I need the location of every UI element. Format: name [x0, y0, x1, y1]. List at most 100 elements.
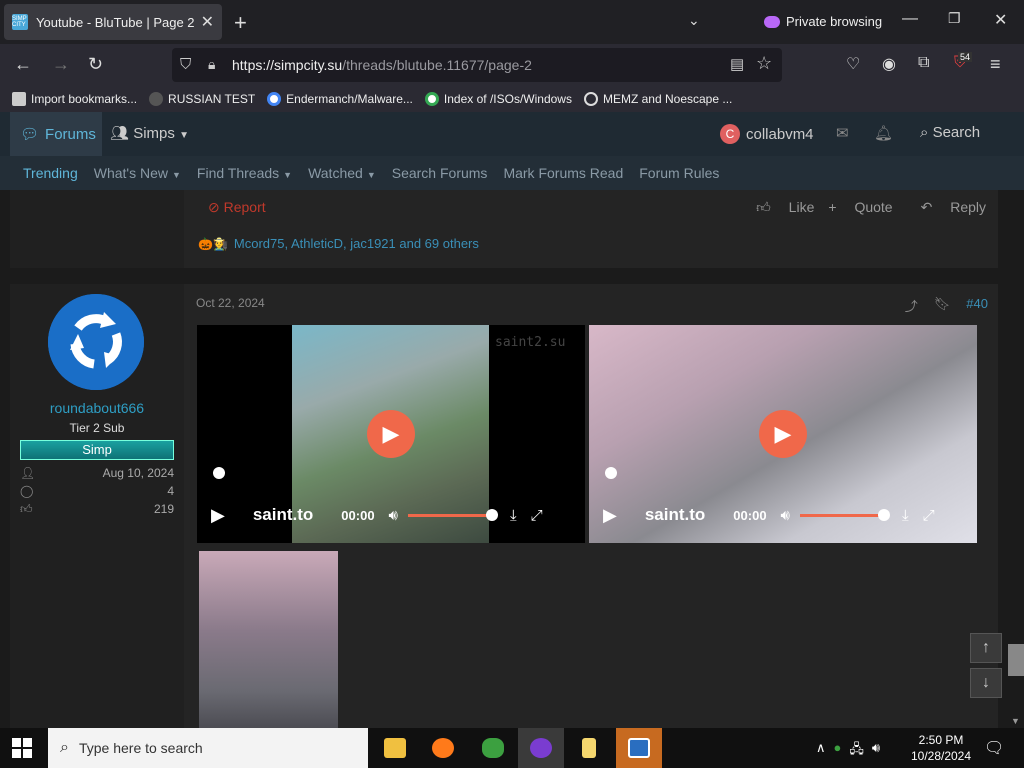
avatar[interactable] — [48, 294, 144, 390]
like-button[interactable]: 👍︎ Like — [742, 199, 814, 216]
share-icon[interactable]: ⤴ — [905, 296, 918, 315]
taskbar-clock[interactable]: 2:50 PM 10/28/2024 — [904, 732, 978, 764]
close-window-icon[interactable]: ✕ — [994, 10, 1007, 30]
scroll-down-arrow-icon[interactable]: ▼ — [1011, 716, 1020, 726]
nav-find-threads[interactable]: Find Threads ▼ — [197, 165, 292, 181]
video-brand[interactable]: saint.to — [645, 505, 705, 525]
nav-watched[interactable]: Watched ▼ — [308, 165, 376, 181]
nav-search-forums[interactable]: Search Forums — [392, 165, 488, 181]
bookmark-endermanch[interactable]: Endermanch/Malware... — [267, 92, 413, 106]
previous-post-footer: ⊘ Report 👍︎ Like + Quote ↶ Reply 🎃🧑‍🌾 Mc… — [10, 190, 998, 268]
volume-icon[interactable]: 🔊︎ — [872, 740, 880, 762]
menu-icon[interactable]: ≡ — [990, 54, 1001, 75]
chevron-down-icon: ▼ — [283, 170, 293, 180]
post-date[interactable]: Oct 22, 2024 — [196, 296, 265, 310]
notes-app[interactable] — [566, 728, 612, 768]
reader-view-icon[interactable]: ▤ — [730, 55, 744, 73]
new-tab-button[interactable]: + — [234, 10, 247, 36]
volume-knob[interactable] — [486, 508, 498, 521]
pocket-icon[interactable]: ♡ — [846, 54, 860, 74]
thumbs-up-icon: 👍︎ — [756, 199, 771, 215]
post-number[interactable]: #40 — [966, 296, 988, 315]
video-player[interactable]: ▶ ▶ saint.to 00:00 🔊︎ ⤓ ⤢ — [589, 325, 977, 543]
firefox-private-app[interactable] — [518, 728, 564, 768]
inbox-icon[interactable]: ✉ — [836, 124, 849, 142]
play-icon[interactable]: ▶ — [603, 505, 617, 526]
search-button[interactable]: ⌕ Search — [920, 124, 980, 141]
nav-mark-forums-read[interactable]: Mark Forums Read — [503, 165, 623, 181]
fullscreen-icon[interactable]: ⤢ — [531, 507, 543, 524]
volume-slider[interactable] — [408, 508, 498, 521]
list-all-tabs-icon[interactable]: ⌄ — [688, 12, 700, 29]
video-player[interactable]: saint2.su ▶ ▶ saint.to 00:00 🔊︎ ⤓ ⤢ — [197, 325, 585, 543]
post-meta: ⤴ 🔖︎ #40 — [889, 296, 988, 315]
bookmark-memz[interactable]: MEMZ and Noescape ... — [583, 92, 732, 106]
back-icon[interactable]: ← — [14, 54, 32, 75]
forums-tab[interactable]: 💬︎ Forums — [10, 112, 102, 156]
account-icon[interactable]: ◉ — [882, 54, 896, 74]
close-tab-icon[interactable]: ✕ — [201, 12, 214, 32]
document-icon — [582, 738, 596, 758]
nav-whats-new[interactable]: What's New ▼ — [94, 165, 181, 181]
play-button[interactable]: ▶ — [759, 410, 807, 458]
simps-tab[interactable]: 👥︎ Simps ▼ — [110, 124, 189, 142]
report-link[interactable]: ⊘ Report — [208, 199, 266, 216]
url-text[interactable]: https://simpcity.su/threads/blutube.1167… — [232, 57, 532, 73]
scroll-to-top-button[interactable]: ↑ — [970, 633, 1002, 663]
bookmark-isos[interactable]: Index of /ISOs/Windows — [424, 92, 572, 106]
app-window[interactable] — [616, 728, 662, 768]
windows-start-icon[interactable] — [12, 738, 32, 758]
address-bar[interactable]: ⛉ 🔒︎ https://simpcity.su/threads/blutube… — [172, 48, 782, 82]
alerts-bell-icon[interactable]: 🔔︎ — [874, 124, 893, 142]
extensions-icon[interactable]: ⧉ — [918, 54, 929, 72]
reactions-users[interactable]: Mcord75, AthleticD, jac1921 and 69 other… — [234, 236, 479, 251]
lock-icon[interactable]: 🔒︎ — [208, 56, 215, 73]
progress-dot[interactable] — [605, 467, 617, 479]
bookmark-icon[interactable]: 🔖︎ — [934, 296, 951, 315]
fullscreen-icon[interactable]: ⤢ — [923, 507, 935, 524]
restore-icon[interactable]: ❐ — [948, 10, 961, 27]
image-attachment[interactable] — [199, 551, 338, 728]
scroll-to-bottom-button[interactable]: ↓ — [970, 668, 1002, 698]
forward-icon[interactable]: → — [52, 54, 70, 75]
volume-slider[interactable] — [800, 508, 890, 521]
quote-button[interactable]: + Quote — [828, 199, 892, 216]
people-icon — [482, 738, 504, 758]
bookmark-import[interactable]: Import bookmarks... — [12, 92, 137, 106]
reload-icon[interactable]: ↻ — [88, 54, 103, 75]
reply-button[interactable]: ↶ Reply — [907, 199, 986, 216]
nav-forum-rules[interactable]: Forum Rules — [639, 165, 719, 181]
progress-dot[interactable] — [213, 467, 225, 479]
file-explorer-app[interactable] — [372, 728, 418, 768]
volume-icon[interactable]: 🔊︎ — [389, 507, 398, 524]
tray-chevron-up-icon[interactable]: ∧ — [816, 740, 826, 762]
download-icon[interactable]: ⤓ — [902, 507, 909, 524]
reactions-list[interactable]: 🎃🧑‍🌾 Mcord75, AthleticD, jac1921 and 69 … — [198, 236, 479, 251]
download-icon[interactable]: ⤓ — [510, 507, 517, 524]
reaction-emoji-icon: 🎃🧑‍🌾 — [198, 236, 228, 251]
minimize-icon[interactable]: — — [902, 10, 918, 28]
tray-app-icon[interactable]: ● — [834, 740, 842, 762]
post-author[interactable]: roundabout666 — [10, 400, 184, 416]
play-button[interactable]: ▶ — [367, 410, 415, 458]
user-account-link[interactable]: C collabvm4 — [720, 124, 814, 144]
scrollbar-thumb[interactable] — [1008, 644, 1024, 676]
page-scrollbar[interactable]: ▼ — [1008, 190, 1024, 728]
users-app[interactable] — [470, 728, 516, 768]
user-icon: 👤︎ — [20, 466, 36, 480]
firefox-app[interactable] — [420, 728, 466, 768]
bookmark-russian-test[interactable]: RUSSIAN TEST — [149, 92, 255, 106]
nav-trending[interactable]: Trending — [23, 165, 78, 181]
volume-knob[interactable] — [878, 508, 890, 521]
taskbar-search-box[interactable]: ⌕ Type here to search — [48, 728, 368, 768]
forum-header: 💬︎ Forums 👥︎ Simps ▼ C collabvm4 ✉ 🔔︎ ⌕ S… — [0, 112, 1024, 156]
notifications-icon[interactable]: 🗨︎ — [984, 738, 1004, 758]
tracking-protection-shield-icon[interactable]: ⛉ — [180, 56, 191, 73]
network-icon[interactable]: 🖧︎ — [849, 740, 864, 762]
video-brand[interactable]: saint.to — [253, 505, 313, 525]
play-icon[interactable]: ▶ — [211, 505, 225, 526]
bookmark-star-icon[interactable]: ☆ — [756, 53, 772, 74]
volume-icon[interactable]: 🔊︎ — [781, 507, 790, 524]
active-tab[interactable]: SIMP CITY Youtube - BluTube | Page 2 | S… — [4, 4, 222, 40]
clock-date: 10/28/2024 — [910, 749, 972, 763]
